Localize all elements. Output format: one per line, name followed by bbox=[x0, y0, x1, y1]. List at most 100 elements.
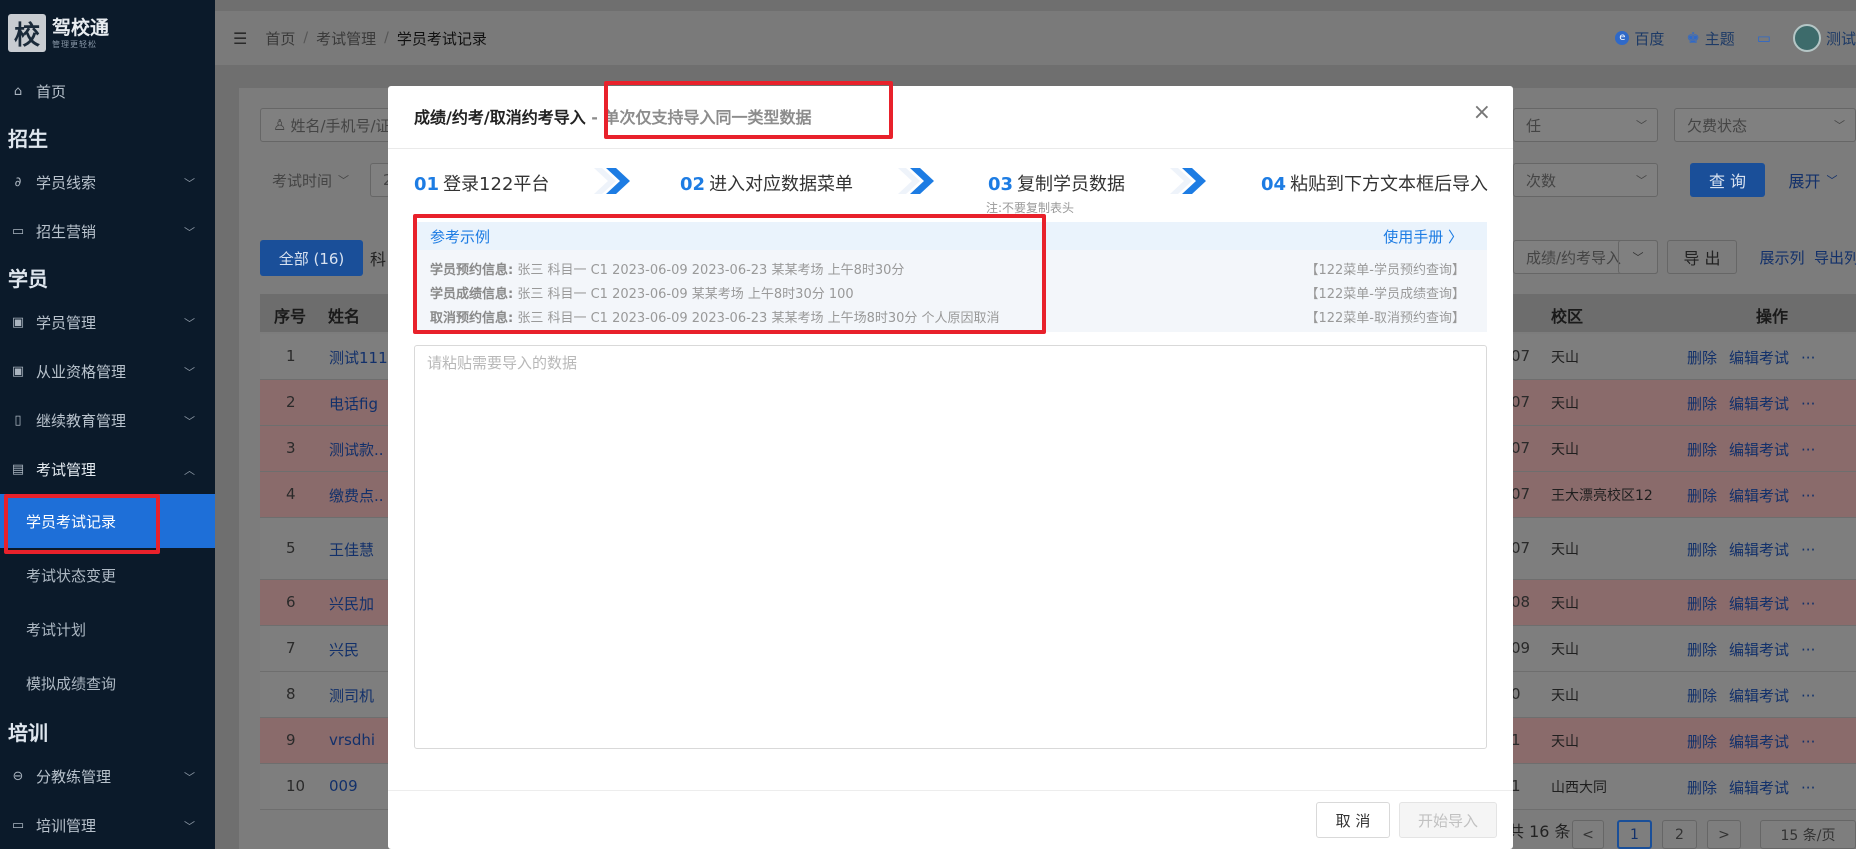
more-icon[interactable]: ··· bbox=[1801, 779, 1815, 797]
sidebar-item-exam-status[interactable]: 考试状态变更 bbox=[0, 548, 215, 602]
more-icon[interactable]: ··· bbox=[1801, 395, 1815, 413]
row-name-link[interactable]: 测试1111 bbox=[329, 347, 397, 368]
pager-page-2[interactable]: 2 bbox=[1662, 820, 1697, 849]
exam-time-input[interactable]: 2 bbox=[370, 163, 393, 197]
exam-time-filter[interactable]: 考试时间 ﹀ bbox=[260, 163, 372, 197]
delete-link[interactable]: 删除 bbox=[1687, 541, 1717, 559]
delete-link[interactable]: 删除 bbox=[1687, 641, 1717, 659]
highlight-box-menu bbox=[4, 494, 160, 554]
car-icon: ⊖ bbox=[12, 769, 24, 784]
expand-button[interactable]: 展开 ﹀ bbox=[1783, 163, 1843, 197]
sidebar-item-exam-plan[interactable]: 考试计划 bbox=[0, 602, 215, 656]
tab-all[interactable]: 全部 (16) bbox=[260, 240, 363, 276]
delete-link[interactable]: 删除 bbox=[1687, 487, 1717, 505]
delete-link[interactable]: 删除 bbox=[1687, 779, 1717, 797]
delete-link[interactable]: 删除 bbox=[1687, 733, 1717, 751]
pager-next[interactable]: > bbox=[1707, 820, 1741, 849]
export-columns-link[interactable]: 导出列 bbox=[1814, 240, 1856, 274]
step-number: 01 bbox=[414, 174, 440, 195]
delete-link[interactable]: 删除 bbox=[1687, 395, 1717, 413]
edit-exam-link[interactable]: 编辑考试 bbox=[1729, 733, 1789, 751]
import-select-value: 成绩/约考导入 bbox=[1526, 248, 1622, 267]
row-name-link[interactable]: 009 bbox=[329, 777, 358, 795]
close-icon[interactable]: × bbox=[1473, 100, 1491, 125]
edit-exam-link[interactable]: 编辑考试 bbox=[1729, 541, 1789, 559]
query-button[interactable]: 查 询 bbox=[1690, 163, 1765, 197]
edit-exam-link[interactable]: 编辑考试 bbox=[1729, 349, 1789, 367]
pager-size-select[interactable]: 15 条/页 bbox=[1760, 820, 1856, 849]
import-dropdown-toggle[interactable]: ﹀ bbox=[1618, 240, 1658, 274]
sidebar-item-training-mgmt[interactable]: ▭ 培训管理 ﹀ bbox=[0, 801, 215, 849]
sidebar-item-marketing[interactable]: ▭ 招生营销 ﹀ bbox=[0, 207, 215, 256]
cancel-button[interactable]: 取 消 bbox=[1316, 802, 1390, 838]
search-input[interactable]: ♙ 姓名/手机号/证 bbox=[260, 108, 400, 142]
more-icon[interactable]: ··· bbox=[1801, 687, 1815, 705]
row-name-link[interactable]: 测司机 bbox=[329, 685, 374, 706]
pager-page-1[interactable]: 1 bbox=[1617, 820, 1652, 849]
collapse-menu-icon[interactable]: ☰ bbox=[233, 29, 247, 48]
more-icon[interactable]: ··· bbox=[1801, 595, 1815, 613]
more-icon[interactable]: ··· bbox=[1801, 441, 1815, 459]
step-2: 02 进入对应数据菜单 bbox=[680, 170, 853, 196]
row-name-link[interactable]: 兴民 bbox=[329, 639, 359, 660]
step-number: 02 bbox=[680, 174, 706, 195]
sidebar-item-mock-score[interactable]: 模拟成绩查询 bbox=[0, 656, 215, 710]
edit-exam-link[interactable]: 编辑考试 bbox=[1729, 595, 1789, 613]
sidebar-item-leads[interactable]: ∂ 学员线索 ﹀ bbox=[0, 158, 215, 207]
edit-exam-link[interactable]: 编辑考试 bbox=[1729, 487, 1789, 505]
screen-button[interactable]: ▭ bbox=[1757, 29, 1771, 47]
delete-link[interactable]: 删除 bbox=[1687, 595, 1717, 613]
row-name-link[interactable]: vrsdhi bbox=[329, 731, 375, 749]
more-icon[interactable]: ··· bbox=[1801, 349, 1815, 367]
row-name-link[interactable]: 电话fig bbox=[329, 393, 378, 414]
display-columns-link[interactable]: 展示列 bbox=[1752, 240, 1812, 274]
edit-exam-link[interactable]: 编辑考试 bbox=[1729, 687, 1789, 705]
fee-status-select[interactable]: 欠费状态 ﹀ bbox=[1674, 108, 1856, 142]
row-campus: 王大漂亮校区12 bbox=[1551, 488, 1653, 504]
sidebar-item-exam-mgmt[interactable]: ▤ 考试管理 ︿ bbox=[0, 445, 215, 494]
count-select[interactable]: 次数 ﹀ bbox=[1513, 163, 1658, 197]
more-icon[interactable]: ··· bbox=[1801, 487, 1815, 505]
sidebar-item-home[interactable]: ⌂ 首页 bbox=[0, 66, 215, 116]
sidebar-item-qualification[interactable]: ▣ 从业资格管理 ﹀ bbox=[0, 347, 215, 396]
edit-exam-link[interactable]: 编辑考试 bbox=[1729, 779, 1789, 797]
more-icon[interactable]: ··· bbox=[1801, 733, 1815, 751]
id-card-icon: ▣ bbox=[11, 315, 25, 330]
row-actions: 删除 编辑考试 ··· bbox=[1687, 593, 1815, 614]
theme-button[interactable]: ♚ 主题 bbox=[1686, 28, 1734, 49]
edit-exam-link[interactable]: 编辑考试 bbox=[1729, 395, 1789, 413]
row-name-link[interactable]: 兴民加 bbox=[329, 593, 374, 614]
pager-prev[interactable]: < bbox=[1572, 820, 1604, 849]
row-name-link[interactable]: 王佳慧 bbox=[329, 539, 374, 560]
sidebar-item-coach-mgmt[interactable]: ⊖ 分教练管理 ﹀ bbox=[0, 752, 215, 801]
baidu-link[interactable]: e 百度 bbox=[1615, 28, 1664, 49]
user-menu[interactable]: 测试 bbox=[1792, 24, 1856, 52]
manual-link[interactable]: 使用手册 〉 bbox=[1383, 226, 1463, 247]
chevron-down-icon: ﹀ bbox=[338, 174, 350, 187]
duty-select[interactable]: 任 ﹀ bbox=[1513, 108, 1658, 142]
row-code: 07 bbox=[1511, 347, 1531, 365]
start-import-button[interactable]: 开始导入 bbox=[1399, 802, 1497, 838]
chevron-down-icon: ﹀ bbox=[1636, 119, 1647, 132]
tab-subject[interactable]: 科 bbox=[368, 240, 388, 276]
export-button[interactable]: 导 出 bbox=[1667, 240, 1737, 274]
row-name-link[interactable]: 缴费点.. bbox=[329, 485, 384, 506]
row-name-link[interactable]: 测试款.. bbox=[329, 439, 384, 460]
row-index: 7 bbox=[286, 639, 296, 657]
more-icon[interactable]: ··· bbox=[1801, 541, 1815, 559]
breadcrumb-exam-mgmt[interactable]: 考试管理 bbox=[316, 28, 376, 49]
more-icon[interactable]: ··· bbox=[1801, 641, 1815, 659]
edit-exam-link[interactable]: 编辑考试 bbox=[1729, 441, 1789, 459]
import-data-textarea[interactable] bbox=[414, 345, 1487, 749]
chevron-down-icon: ﹀ bbox=[1834, 119, 1845, 132]
sidebar-item-continuing[interactable]: ▯ 继续教育管理 ﹀ bbox=[0, 396, 215, 445]
delete-link[interactable]: 删除 bbox=[1687, 687, 1717, 705]
edit-exam-link[interactable]: 编辑考试 bbox=[1729, 641, 1789, 659]
step-arrow-icon bbox=[1170, 168, 1206, 194]
delete-link[interactable]: 删除 bbox=[1687, 349, 1717, 367]
breadcrumb-home[interactable]: 首页 bbox=[265, 28, 295, 49]
menu-group-training: 培训 bbox=[8, 720, 48, 745]
row-campus: 天山 bbox=[1551, 350, 1579, 366]
delete-link[interactable]: 删除 bbox=[1687, 441, 1717, 459]
sidebar-item-student-mgmt[interactable]: ▣ 学员管理 ﹀ bbox=[0, 298, 215, 347]
